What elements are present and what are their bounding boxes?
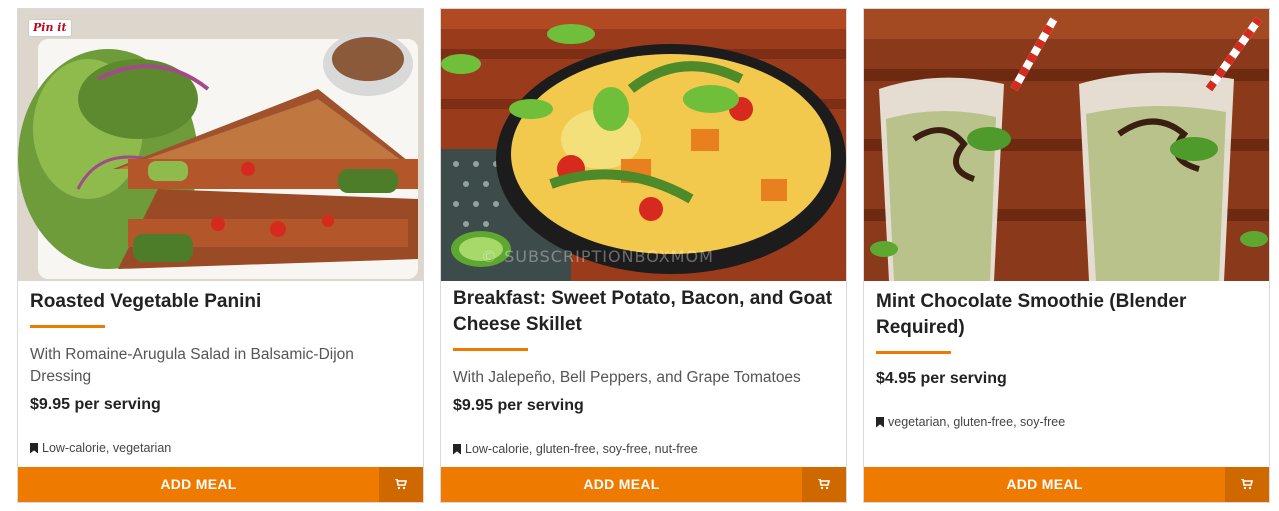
meal-card: Pin it Roasted Vegetable Panini With Rom… <box>17 8 424 503</box>
title-divider <box>876 351 951 354</box>
cart-icon <box>395 479 407 490</box>
watermark-text: © SUBSCRIPTIONBOXMOM <box>481 247 714 266</box>
meal-title[interactable]: Roasted Vegetable Panini <box>30 289 411 315</box>
meal-tags: vegetarian, gluten-free, soy-free <box>876 415 1065 429</box>
card-body: Breakfast: Sweet Potato, Bacon, and Goat… <box>453 286 834 415</box>
panini-photo[interactable]: Pin it <box>18 9 423 281</box>
pin-it-button[interactable]: Pin it <box>28 19 72 37</box>
skillet-photo[interactable]: © SUBSCRIPTIONBOXMOM <box>441 9 846 281</box>
cart-button[interactable] <box>1225 467 1269 502</box>
bookmark-icon <box>30 442 38 454</box>
meal-card: © SUBSCRIPTIONBOXMOM Breakfast: Sweet Po… <box>440 8 847 503</box>
meal-tags: Low-calorie, vegetarian <box>30 441 171 455</box>
card-body: Mint Chocolate Smoothie (Blender Require… <box>876 289 1257 388</box>
title-divider <box>453 348 528 351</box>
tags-text: vegetarian, gluten-free, soy-free <box>888 415 1066 429</box>
card-body: Roasted Vegetable Panini With Romaine-Ar… <box>30 289 411 414</box>
title-divider <box>30 325 105 328</box>
tags-text: Low-calorie, vegetarian <box>42 441 172 455</box>
meal-tags: Low-calorie, gluten-free, soy-free, nut-… <box>453 442 698 456</box>
add-meal-button[interactable]: ADD MEAL <box>18 467 379 502</box>
card-footer: ADD MEAL <box>18 467 423 502</box>
bookmark-icon <box>876 416 884 428</box>
tags-text: Low-calorie, gluten-free, soy-free, nut-… <box>465 442 698 456</box>
meal-price: $4.95 per serving <box>876 370 1007 387</box>
cart-button[interactable] <box>802 467 846 502</box>
cart-icon <box>818 479 830 490</box>
card-footer: ADD MEAL <box>441 467 846 502</box>
meal-price: $9.95 per serving <box>30 396 161 413</box>
meal-card: Mint Chocolate Smoothie (Blender Require… <box>863 8 1270 503</box>
add-meal-button[interactable]: ADD MEAL <box>864 467 1225 502</box>
meal-title[interactable]: Mint Chocolate Smoothie (Blender Require… <box>876 289 1257 341</box>
add-meal-button[interactable]: ADD MEAL <box>441 467 802 502</box>
meal-price: $9.95 per serving <box>453 397 584 414</box>
bookmark-icon <box>453 443 461 455</box>
cart-button[interactable] <box>379 467 423 502</box>
card-footer: ADD MEAL <box>864 467 1269 502</box>
meal-description: With Romaine-Arugula Salad in Balsamic-D… <box>30 346 354 385</box>
meal-title[interactable]: Breakfast: Sweet Potato, Bacon, and Goat… <box>453 286 834 338</box>
meal-description: With Jalepeño, Bell Peppers, and Grape T… <box>453 369 801 386</box>
smoothie-photo[interactable] <box>864 9 1269 281</box>
cart-icon <box>1241 479 1253 490</box>
